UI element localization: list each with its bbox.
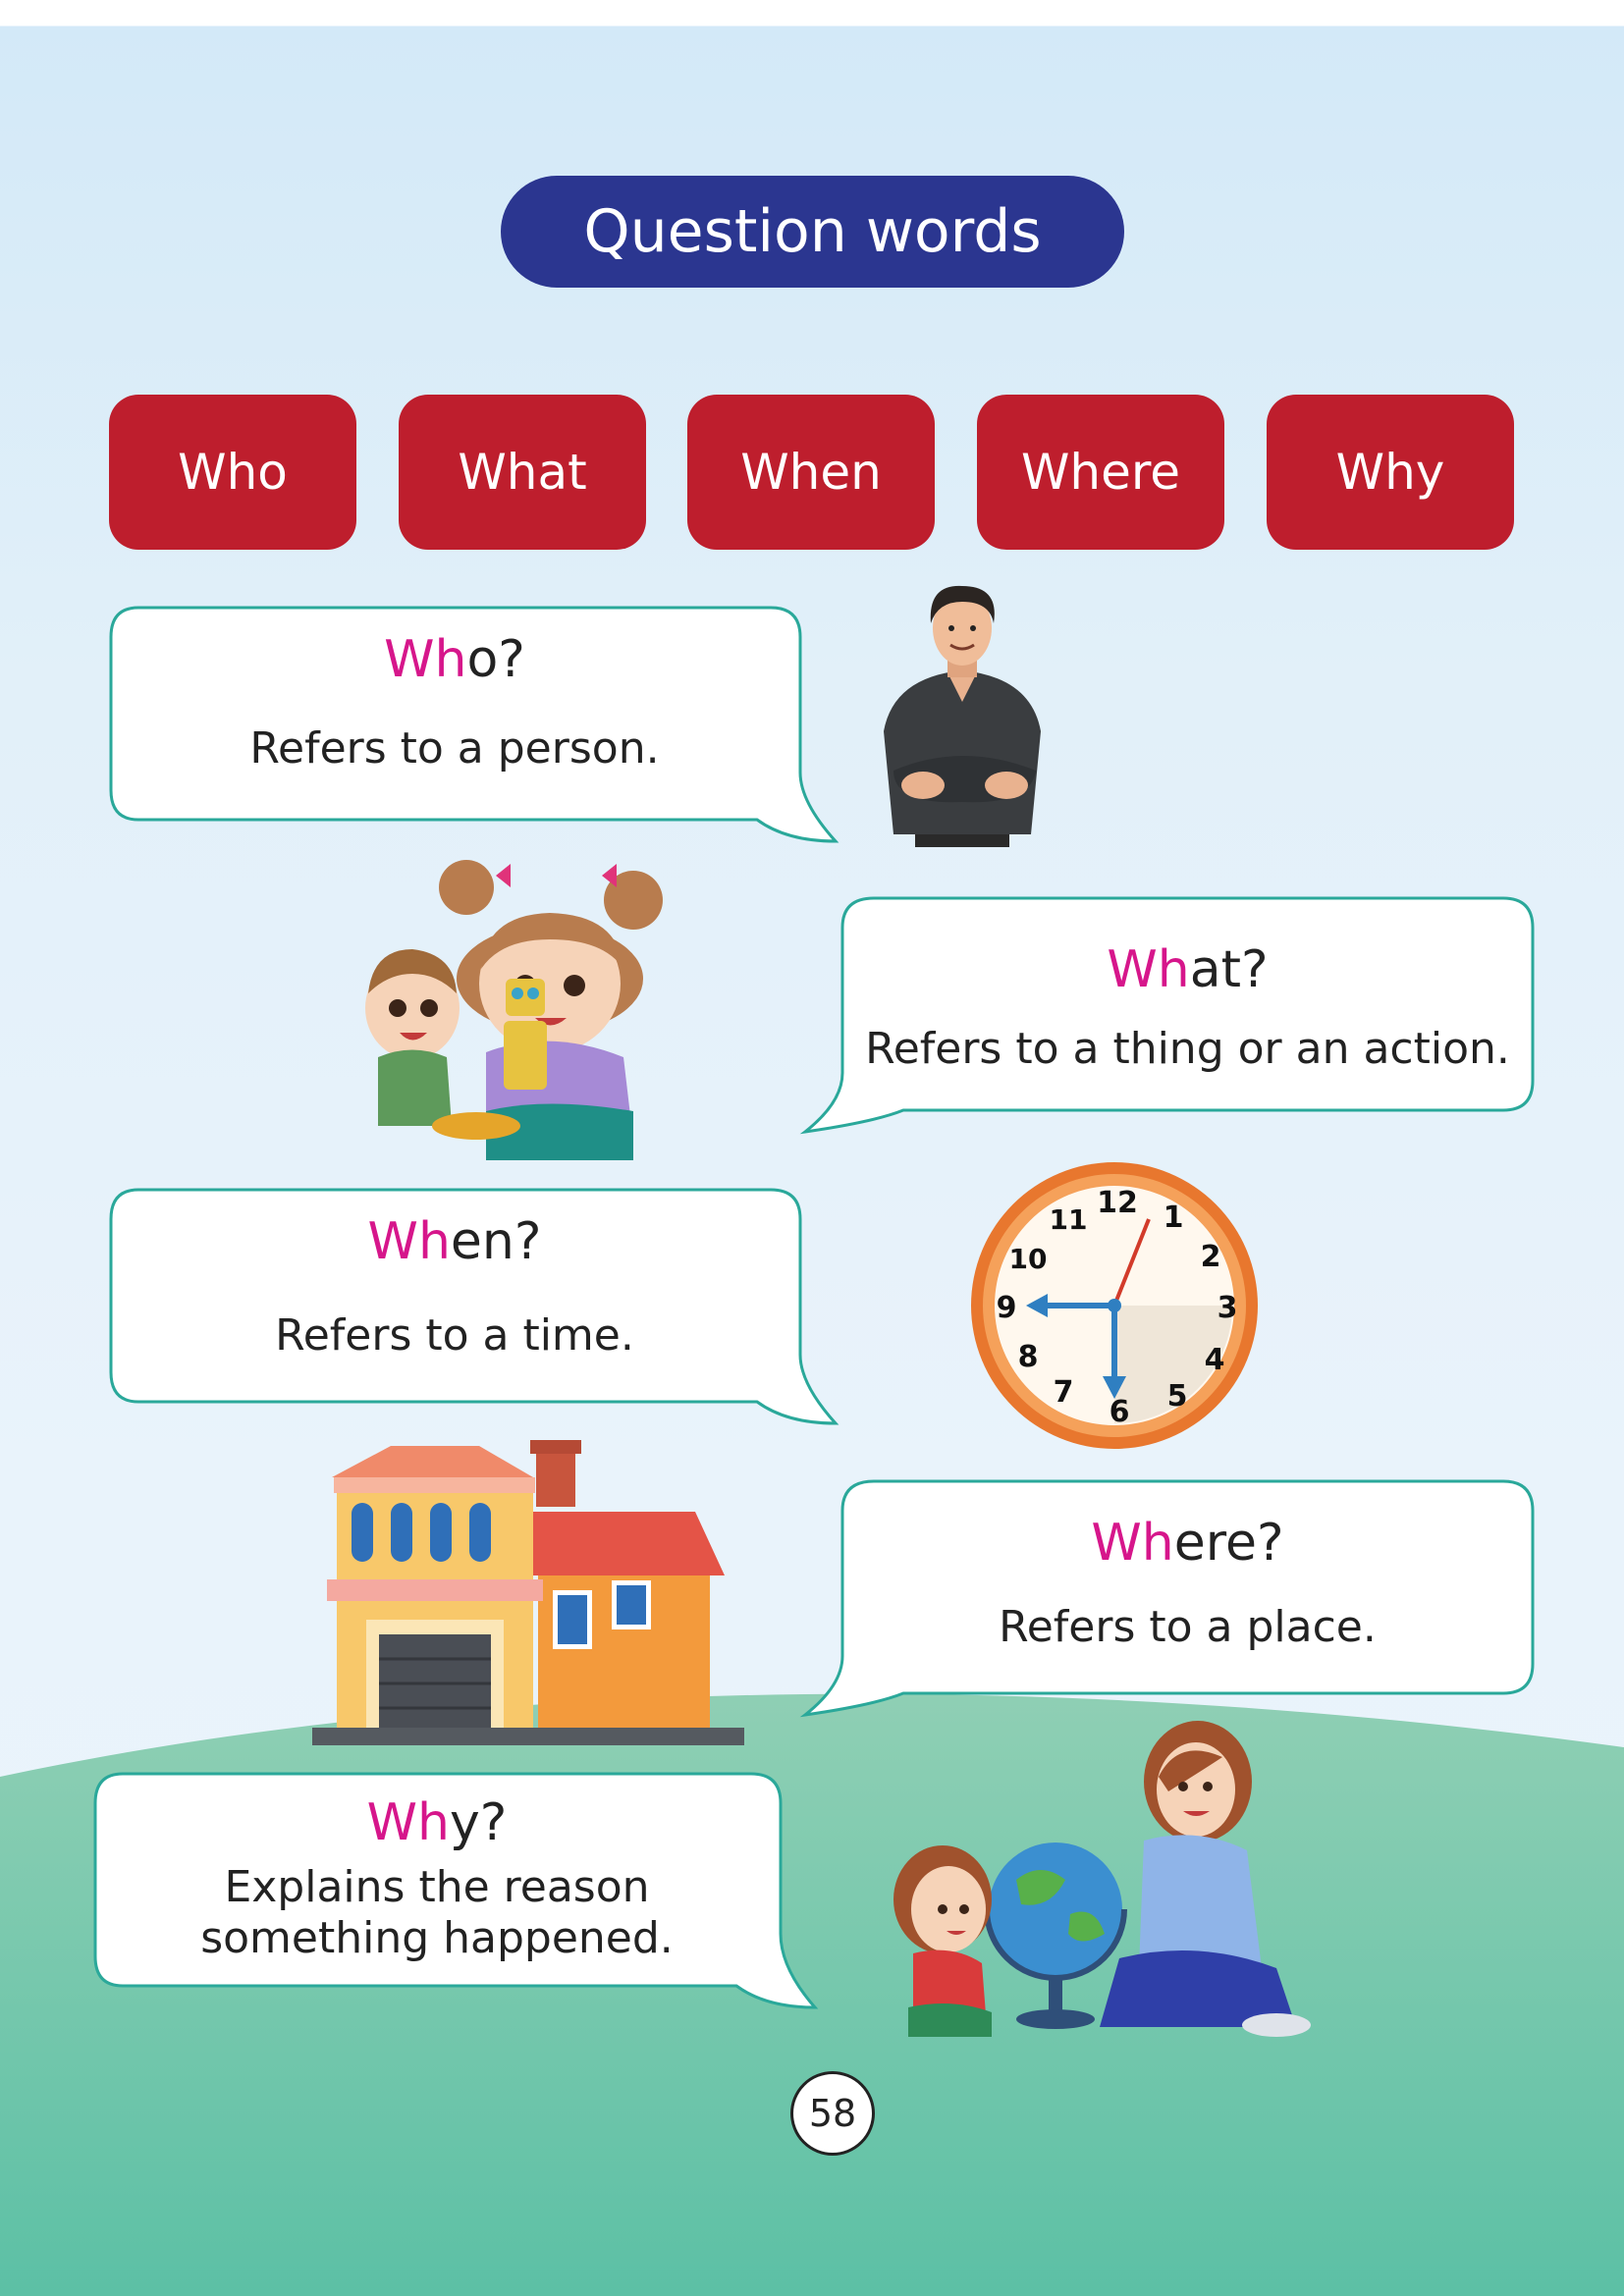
card-what: What? Refers to a thing or an action. [799, 896, 1535, 1137]
card-who: Who? Refers to a person. [109, 606, 839, 846]
page-number: 58 [790, 2071, 875, 2156]
card-description: Refers to a person. [249, 723, 660, 774]
card-description: Refers to a place. [999, 1602, 1377, 1652]
card-when: When? Refers to a time. [109, 1188, 839, 1428]
clock-number-3: 3 [1218, 1291, 1238, 1325]
children-playing-illustration [365, 860, 663, 1160]
card-question: Where? [1091, 1514, 1284, 1573]
clock-number-5: 5 [1167, 1379, 1188, 1414]
worksheet-page: Question words Who What When Where Why W… [0, 0, 1624, 2296]
card-question: What? [1107, 940, 1269, 999]
clock-number-8: 8 [1018, 1340, 1039, 1374]
card-description: Explains the reason something happened. [200, 1862, 674, 1963]
clock-number-11: 11 [1050, 1203, 1088, 1236]
clock-number-10: 10 [1009, 1243, 1048, 1275]
speech-bubble-shape [799, 896, 1535, 1135]
card-question: Why? [366, 1793, 508, 1852]
card-description: Refers to a time. [275, 1310, 634, 1361]
clock-illustration: 12 1 2 3 4 5 6 7 8 9 10 11 [971, 1162, 1258, 1449]
clock-number-7: 7 [1054, 1375, 1074, 1410]
card-why: Why? Explains the reason something happen… [93, 1772, 820, 2012]
word-where: Where [977, 395, 1224, 550]
man-illustration [884, 585, 1041, 847]
card-question: When? [367, 1212, 542, 1271]
clock-number-4: 4 [1205, 1343, 1225, 1377]
clock-number-1: 1 [1164, 1201, 1184, 1235]
card-where: Where? Refers to a place. [799, 1479, 1535, 1720]
clock-number-9: 9 [997, 1291, 1017, 1325]
clock-number-6: 6 [1110, 1395, 1130, 1429]
clock-number-12: 12 [1097, 1186, 1138, 1220]
house-illustration [312, 1440, 744, 1745]
clock-number-2: 2 [1201, 1240, 1221, 1274]
word-when: When [687, 395, 935, 550]
card-question: Who? [384, 630, 525, 689]
teacher-globe-illustration [893, 1721, 1311, 2037]
word-why: Why [1267, 395, 1514, 550]
card-description: Refers to a thing or an action. [865, 1024, 1510, 1074]
word-who: Who [109, 395, 356, 550]
word-what: What [399, 395, 646, 550]
page-title: Question words [501, 176, 1124, 288]
